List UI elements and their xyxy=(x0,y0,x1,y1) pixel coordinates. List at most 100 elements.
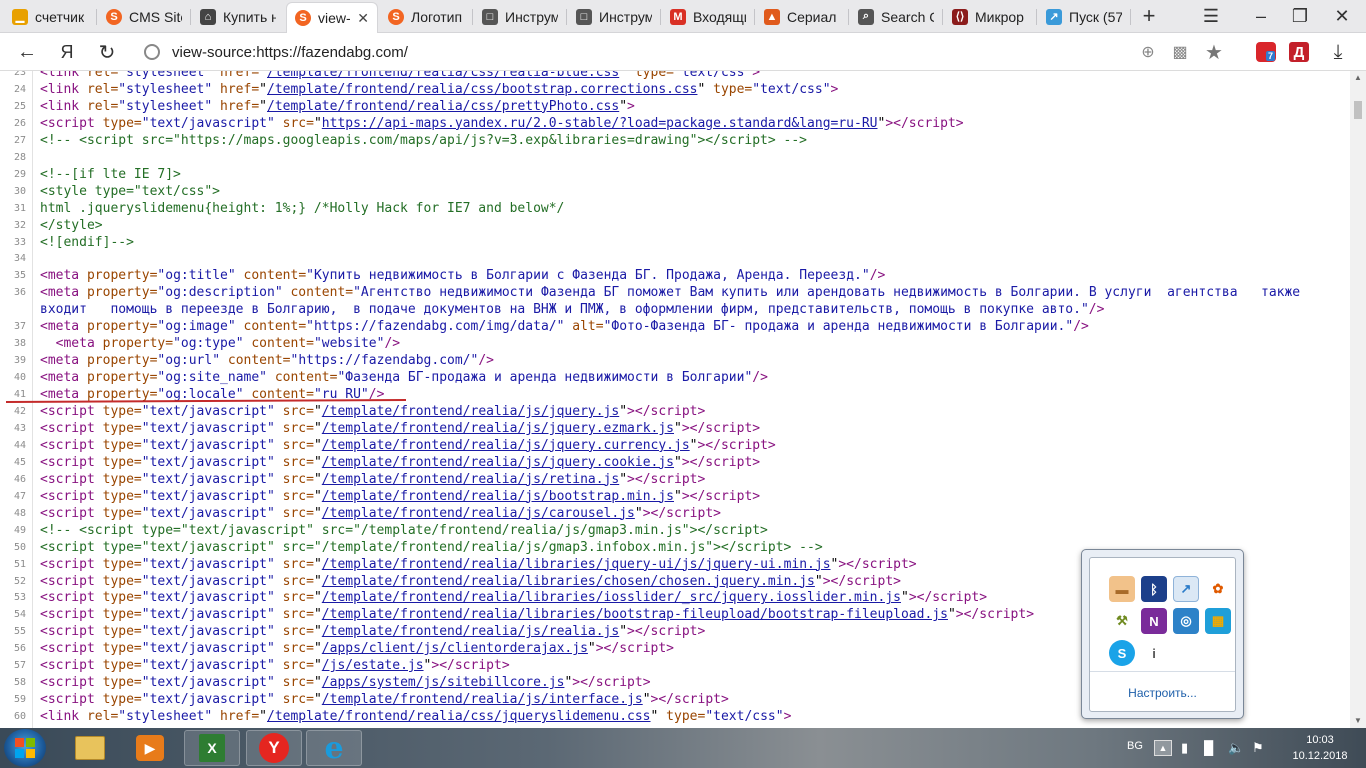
tab-5[interactable]: S Логотип xyxy=(380,3,472,30)
source-link[interactable]: /apps/system/js/sitebillcore.js xyxy=(322,675,565,690)
source-link[interactable]: /template/frontend/realia/libraries/jque… xyxy=(322,557,831,572)
yandex-button[interactable]: Я xyxy=(54,39,80,65)
tab-12[interactable]: ↗ Пуск (57 xyxy=(1038,3,1130,30)
document-icon: □ xyxy=(482,8,498,25)
tab-8[interactable]: M Входящи xyxy=(662,3,754,30)
back-button[interactable]: ← xyxy=(14,39,40,65)
volume-icon[interactable]: 🔈 xyxy=(1228,740,1244,756)
tab-7[interactable]: □ Инструм xyxy=(568,3,660,30)
language-indicator[interactable]: BG xyxy=(1127,740,1143,752)
info-icon[interactable]: i xyxy=(1141,640,1167,666)
source-link[interactable]: /template/frontend/realia/css/bootstrap.… xyxy=(267,82,697,97)
source-link[interactable]: /template/frontend/realia/js/jquery.curr… xyxy=(322,438,690,453)
new-tab-icon[interactable]: + xyxy=(1138,3,1160,28)
disk-icon[interactable]: ▬ xyxy=(1109,576,1135,602)
scroll-up-icon[interactable]: ▲ xyxy=(1350,71,1366,85)
tab-11[interactable]: ⟨⟩ Микрор xyxy=(944,3,1036,30)
address-url: view-source:https://fazendabg.com/ xyxy=(172,43,408,61)
tab-close-icon[interactable]: ✕ xyxy=(357,10,369,27)
explorer-icon[interactable] xyxy=(62,730,118,766)
source-link[interactable]: /template/frontend/realia/js/bootstrap.m… xyxy=(322,489,674,504)
address-bar[interactable]: view-source:https://fazendabg.com/ xyxy=(140,37,1240,67)
tab-label: счетчик xyxy=(35,8,85,25)
network-icon[interactable]: █ xyxy=(1204,740,1213,755)
tab-separator xyxy=(660,9,661,25)
download-icon[interactable]: ⤓ xyxy=(1327,41,1349,63)
source-link[interactable]: /template/frontend/realia/css/jqueryslid… xyxy=(267,709,651,724)
source-line: 44 <script type="text/javascript" src="/t… xyxy=(0,437,1350,454)
clock-date: 10.12.2018 xyxy=(1292,750,1348,762)
tab-2[interactable]: S CMS Site xyxy=(98,3,190,30)
tab-4[interactable]: Sview-s ✕ xyxy=(286,2,378,33)
show-hidden-icons-button[interactable]: ▲ xyxy=(1154,740,1172,756)
extension-badge-button[interactable]: 7 xyxy=(1256,42,1276,62)
menu-icon[interactable]: ☰ xyxy=(1200,5,1222,27)
windows-flag-icon[interactable]: ▦ xyxy=(1205,608,1231,634)
source-link[interactable]: https://api-maps.yandex.ru/2.0-stable/?l… xyxy=(322,116,878,131)
source-link[interactable]: /template/frontend/realia/js/jquery.ezma… xyxy=(322,421,674,436)
customize-link[interactable]: Настроить... xyxy=(1090,686,1235,700)
source-link[interactable]: /template/frontend/realia/js/carousel.js xyxy=(322,506,635,521)
media-player-icon[interactable]: ▶ xyxy=(122,730,178,766)
scrollbar-thumb[interactable] xyxy=(1354,101,1362,119)
window-close-icon[interactable]: ✕ xyxy=(1331,5,1353,27)
onenote-icon[interactable]: N xyxy=(1141,608,1167,634)
action-center-flag-icon[interactable]: ⚑ xyxy=(1252,740,1264,756)
target-icon[interactable]: ◎ xyxy=(1173,608,1199,634)
line-number: 46 xyxy=(13,473,26,485)
source-link[interactable]: /template/frontend/realia/js/interface.j… xyxy=(322,692,643,707)
reload-button[interactable]: ↻ xyxy=(94,39,120,65)
line-code: <link rel="stylesheet" href="/template/f… xyxy=(40,71,760,81)
reader-icon[interactable]: ▩ xyxy=(1169,41,1191,63)
tool-icon[interactable]: ⚒ xyxy=(1109,608,1135,634)
source-link[interactable]: /template/frontend/realia/css/realia-blu… xyxy=(267,71,619,80)
source-link[interactable]: /template/frontend/realia/js/jquery.cook… xyxy=(322,455,674,470)
line-number: 32 xyxy=(13,219,26,231)
source-link[interactable]: /template/frontend/realia/js/retina.js xyxy=(322,472,619,487)
tab-3[interactable]: ⌂ Купить н xyxy=(192,3,284,30)
source-line: 38 <meta property="og:type" content="web… xyxy=(0,335,1350,352)
flower-icon[interactable]: ✿ xyxy=(1205,576,1231,602)
minimize-icon[interactable]: – xyxy=(1250,5,1272,27)
scroll-down-icon[interactable]: ▼ xyxy=(1350,714,1366,728)
tab-6[interactable]: □ Инструм xyxy=(474,3,566,30)
line-code: <meta property="og:title" content="Купит… xyxy=(40,268,886,284)
source-line: 30 <style type="text/css"> xyxy=(0,183,1350,200)
line-number: 35 xyxy=(13,270,26,282)
site-info-icon[interactable] xyxy=(144,44,160,60)
bookmark-star-icon[interactable]: ★ xyxy=(1203,41,1225,64)
tray-overflow-panel: ▬ ᛒ ↗ ✿ ⚒ N ◎ ▦ Si Настроить... xyxy=(1089,557,1236,712)
source-link[interactable]: /template/frontend/realia/libraries/boot… xyxy=(322,607,948,622)
source-line: 24 <link rel="stylesheet" href="/template… xyxy=(0,81,1350,98)
line-code: <script type="text/javascript" src="/tem… xyxy=(40,437,776,453)
source-link[interactable]: /template/frontend/realia/js/jquery.js xyxy=(322,404,619,419)
source-link[interactable]: /js/estate.js xyxy=(322,658,424,673)
source-link[interactable]: /template/frontend/realia/css/prettyPhot… xyxy=(267,99,619,114)
tab-10[interactable]: ⌕ Search C xyxy=(850,3,942,30)
s-logo-icon: S xyxy=(388,8,404,25)
bird-icon[interactable]: ↗ xyxy=(1173,576,1199,602)
line-code: <script type="text/javascript" src="/tem… xyxy=(40,505,721,521)
battery-icon[interactable]: ▮ xyxy=(1181,740,1188,756)
excel-icon[interactable]: X xyxy=(184,730,240,766)
ie-icon[interactable]: e xyxy=(306,730,362,766)
line-code: <script type="text/javascript" src="/tem… xyxy=(40,488,761,504)
vertical-scrollbar[interactable]: ▲ ▼ xyxy=(1350,71,1366,728)
line-code: <script type="text/javascript" src="/tem… xyxy=(40,471,706,487)
source-link[interactable]: /template/frontend/realia/js/realia.js xyxy=(322,624,619,639)
extension-d-button[interactable]: Д xyxy=(1289,42,1309,62)
tab-1[interactable]: ▁ счетчик xyxy=(4,3,96,30)
translate-icon[interactable]: ⊕ xyxy=(1137,41,1159,63)
yandex-browser-icon[interactable]: Y xyxy=(246,730,302,766)
bluetooth-icon[interactable]: ᛒ xyxy=(1141,576,1167,602)
line-code: <script type="text/javascript" src="/js/… xyxy=(40,658,510,674)
source-link[interactable]: /template/frontend/realia/libraries/ioss… xyxy=(322,590,901,605)
clock[interactable]: 10:03 10.12.2018 xyxy=(1280,732,1360,764)
tab-9[interactable]: ▲ Сериал xyxy=(756,3,848,30)
source-link[interactable]: /template/frontend/realia/libraries/chos… xyxy=(322,574,815,589)
start-button[interactable] xyxy=(4,729,46,767)
restore-icon[interactable]: ❐ xyxy=(1289,5,1311,27)
source-line: 25 <link rel="stylesheet" href="/template… xyxy=(0,98,1350,115)
skype-icon[interactable]: S xyxy=(1109,640,1135,666)
source-link[interactable]: /apps/client/js/clientorderajax.js xyxy=(322,641,588,656)
